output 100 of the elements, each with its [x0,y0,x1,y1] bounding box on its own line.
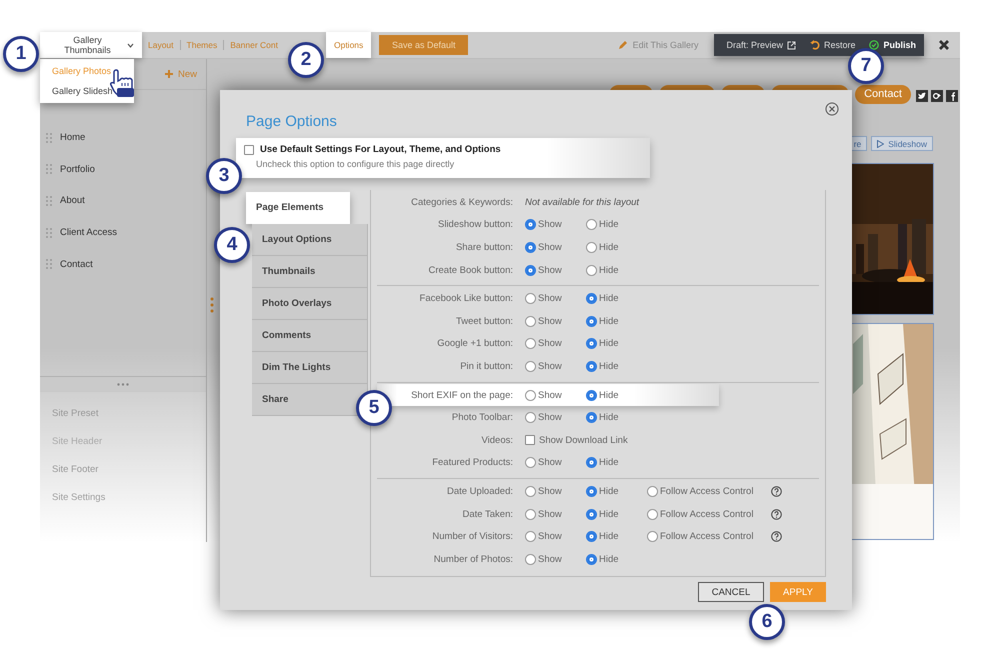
slideshow-button[interactable]: Slideshow [871,136,933,151]
drag-handle-icon[interactable] [46,164,52,174]
close-icon[interactable] [938,39,950,51]
radio-option[interactable]: Show [525,264,586,276]
menu-item[interactable]: Gallery Photos [40,61,134,81]
radio-option[interactable]: Follow Access Control [647,486,771,497]
field-label: Share button: [456,242,513,253]
radio-option[interactable]: Hide [586,508,647,520]
undo-icon [810,40,820,50]
note-text: Not available for this layout [525,196,640,208]
field-label: Featured Products: [432,457,513,468]
field-label: Date Uploaded: [446,486,513,497]
drag-handle-icon[interactable] [46,228,52,238]
drag-handle-icon[interactable] [46,132,52,143]
caret-icon [127,42,134,48]
field-label: Categories & Keywords: [411,196,513,208]
page-nav-item[interactable]: About [40,185,206,217]
restore-button[interactable]: Restore [810,40,856,50]
drag-handle-icon[interactable] [46,259,52,270]
page-nav-item[interactable]: Client Access [40,216,206,248]
settings-item[interactable]: Site Footer [40,456,206,484]
page-nav-item[interactable]: Portfolio [40,154,206,186]
page-menu-dropdown[interactable]: Gallery Thumbnails [40,32,142,58]
dialog-title: Page Options [246,113,337,131]
help-icon[interactable] [771,531,782,542]
field-label: Photo Toolbar: [452,412,513,424]
radio-option[interactable]: Hide [586,554,647,565]
radio-option[interactable]: Hide [586,338,647,350]
radio-option[interactable]: Hide [586,316,647,327]
radio-option[interactable]: Follow Access Control [647,508,771,520]
options-tab[interactable]: Comments [252,320,368,352]
radio-option[interactable]: Hide [586,390,647,401]
apply-button[interactable]: APPLY [770,582,826,602]
radio-option[interactable]: Show [525,457,586,468]
save-default-button[interactable]: Save as Default [379,35,468,55]
field-label: Date Taken: [462,508,513,520]
facebook-icon[interactable] [946,90,958,102]
radio-option[interactable]: Show [525,412,586,424]
step-number: 6 [749,604,785,640]
plus-icon [164,70,173,78]
page-nav-item[interactable]: Home [40,122,206,154]
radio-option[interactable]: Show [525,531,586,542]
radio-option[interactable]: Hide [586,531,647,542]
field-label: Facebook Like button: [420,293,513,304]
field-label: Create Book button: [428,264,513,276]
edit-gallery-link[interactable]: Edit This Gallery [618,40,698,50]
publish-button[interactable]: Publish [869,40,916,50]
hint-text: Uncheck this option to configure this page directly [255,159,456,169]
options-tab[interactable]: Layout Options [252,224,368,256]
check-circle-icon [869,40,880,50]
play-icon [877,140,884,148]
drag-handle-icon[interactable] [46,196,52,206]
field-label: Slideshow button: [438,219,513,230]
options-tab[interactable]: Share [252,384,368,416]
field-label: Number of Photos: [434,554,513,565]
radio-option[interactable]: Hide [586,486,647,497]
radio-option[interactable]: Hide [586,412,647,424]
radio-option[interactable]: Show [525,508,586,520]
checkbox-label: Use Default Settings For Layout, Theme, and Options [260,144,501,155]
radio-option[interactable]: Show [525,316,586,327]
step-number: 1 [3,36,39,72]
pencil-icon [618,40,628,50]
radio-option[interactable]: Show [525,293,586,304]
radio-option[interactable]: Hide [586,293,647,304]
radio-option[interactable]: Show [525,219,586,230]
radio-option[interactable]: Hide [586,360,647,372]
close-icon[interactable] [825,102,839,116]
google-plus-icon[interactable] [931,90,943,102]
radio-option[interactable]: Show [525,360,586,372]
radio-option[interactable]: Follow Access Control [647,531,771,542]
radio-option[interactable]: Show [525,338,586,350]
checkbox[interactable] [244,144,254,154]
radio-option[interactable]: Show [525,554,586,565]
radio-option[interactable]: Hide [586,242,647,253]
field-label: Number of Visitors: [432,531,513,542]
more-icon [117,382,129,386]
help-icon[interactable] [771,486,782,497]
twitter-icon[interactable] [916,90,928,102]
settings-item[interactable]: Site Settings [40,484,206,512]
help-icon[interactable] [771,508,782,520]
resize-handle-icon[interactable] [210,297,214,313]
radio-option[interactable]: Hide [586,264,647,276]
field-label: Tweet button: [456,316,513,327]
options-tab[interactable]: Thumbnails [252,256,368,288]
options-tab[interactable]: Page Elements [246,192,350,224]
options-tab[interactable]: Photo Overlays [252,288,368,320]
page-nav-item[interactable]: Contact [40,248,206,280]
options-tab[interactable]: Dim The Lights [252,352,368,384]
external-link-icon [786,40,796,50]
field-label: Videos: [481,434,513,446]
radio-option[interactable]: Hide [586,457,647,468]
site-nav-pill[interactable]: Contact [855,85,911,104]
checkbox-option[interactable]: Show Download Link [525,434,628,446]
radio-option[interactable]: Show [525,242,586,253]
radio-option[interactable]: Show [525,390,586,401]
radio-option[interactable]: Show [525,486,586,497]
radio-option[interactable]: Hide [586,219,647,230]
draft-preview-button[interactable]: Draft: Preview [726,40,796,50]
cancel-button[interactable]: CANCEL [698,582,764,602]
toolbar-link[interactable]: Options [326,32,372,58]
